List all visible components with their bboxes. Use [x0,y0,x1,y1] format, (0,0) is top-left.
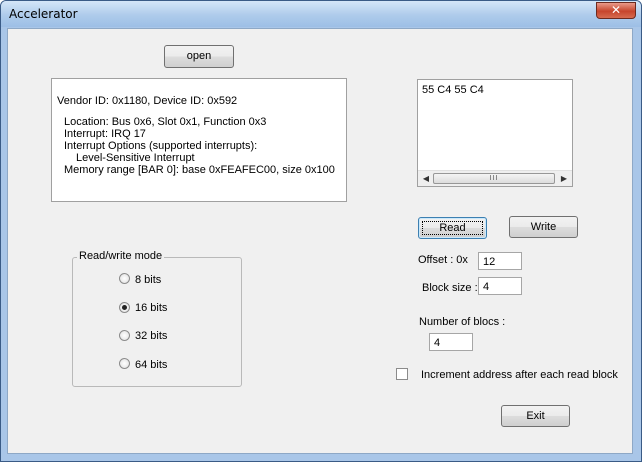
scroll-thumb[interactable]: III [433,173,555,184]
write-button[interactable]: Write [509,216,578,238]
radio-64-bits-button[interactable] [119,358,130,369]
horizontal-scrollbar[interactable]: ◀ III ▶ [418,170,572,186]
offset-input[interactable] [478,252,522,270]
memory-range-text: Memory range [BAR 0]: base 0xFEAFEC00, s… [64,164,335,176]
data-view[interactable]: 55 C4 55 C4 ◀ III ▶ [417,79,573,187]
radio-16-bits-button[interactable] [119,302,130,313]
focus-rectangle [422,221,483,235]
number-of-blocs-label: Number of blocs : [419,316,506,328]
read-button[interactable]: Read [418,217,487,239]
radio-8-bits-button[interactable] [119,273,130,284]
data-content: 55 C4 55 C4 [422,84,484,96]
increment-address-checkbox[interactable] [396,368,408,380]
open-button[interactable]: open [164,45,234,68]
title-bar[interactable]: Accelerator ✕ [1,1,641,27]
radio-32-bits-button[interactable] [119,330,130,341]
block-size-label: Block size : [422,282,478,294]
radio-16-bits-label: 16 bits [135,302,168,314]
location-text: Location: Bus 0x6, Slot 0x1, Function 0x… [64,116,267,128]
open-button-label: open [186,50,212,62]
close-icon: ✕ [610,3,622,17]
radio-32-bits-label: 32 bits [135,330,168,342]
vendor-device-id: Vendor ID: 0x1180, Device ID: 0x592 [57,95,238,107]
scroll-left-icon[interactable]: ◀ [420,173,432,185]
write-button-label: Write [530,221,557,233]
close-button[interactable]: ✕ [596,2,636,19]
number-of-blocs-input[interactable] [429,333,473,351]
interrupt-type-text: Level-Sensitive Interrupt [76,152,195,164]
radio-8-bits-label: 8 bits [135,274,162,286]
radio-64-bits-label: 64 bits [135,359,168,371]
interrupt-options-text: Interrupt Options (supported interrupts)… [64,140,258,152]
group-label: Read/write mode [77,250,165,262]
scroll-right-icon[interactable]: ▶ [558,173,570,185]
offset-label: Offset : 0x [418,254,468,266]
block-size-input[interactable] [478,277,522,295]
device-info-box[interactable]: Vendor ID: 0x1180, Device ID: 0x592 Loca… [51,78,347,202]
interrupt-text: Interrupt: IRQ 17 [64,128,146,140]
exit-button-label: Exit [526,410,545,422]
exit-button[interactable]: Exit [501,405,570,427]
window-title: Accelerator [9,7,78,21]
increment-address-label: Increment address after each read block [421,369,618,381]
